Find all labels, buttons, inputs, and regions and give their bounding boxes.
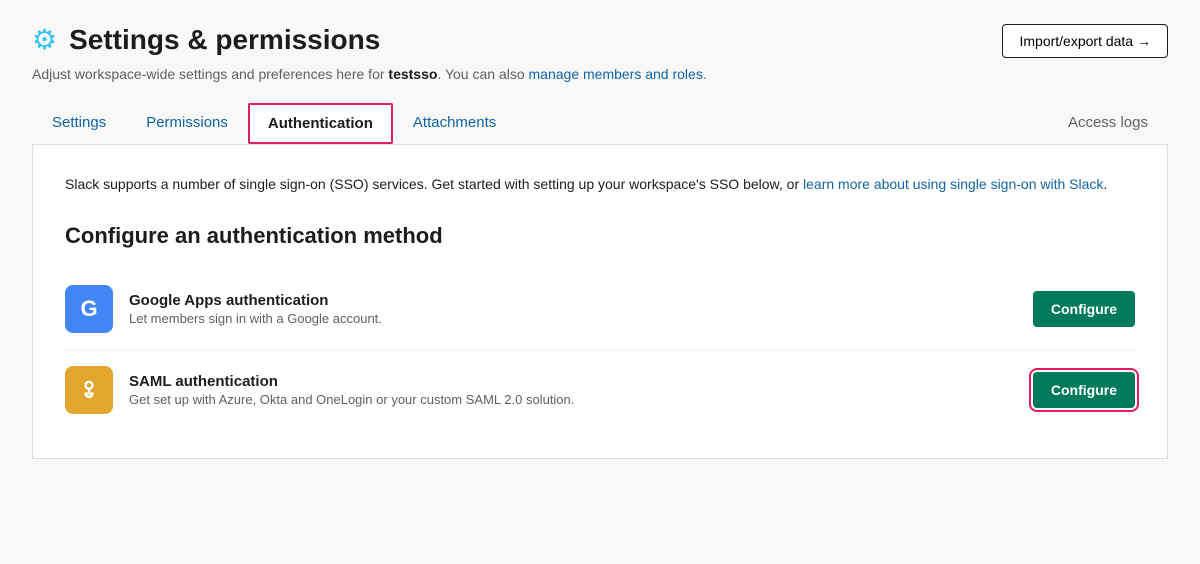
saml-auth-name: SAML authentication [129, 373, 1017, 390]
manage-members-link[interactable]: manage members and roles [529, 66, 703, 82]
tabs-bar: Settings Permissions Authentication Atta… [32, 102, 1168, 145]
sso-desc-text: Slack supports a number of single sign-o… [65, 176, 803, 192]
page-title: Settings & permissions [69, 24, 380, 56]
subtitle-text: Adjust workspace-wide settings and prefe… [32, 66, 388, 82]
sso-learn-more-link[interactable]: learn more about using single sign-on wi… [803, 176, 1103, 192]
google-icon: G [65, 285, 113, 333]
section-title: Configure an authentication method [65, 223, 1135, 249]
page-wrapper: ⚙ Settings & permissions Import/export d… [0, 0, 1200, 564]
google-auth-name: Google Apps authentication [129, 292, 1017, 309]
saml-auth-desc: Get set up with Azure, Okta and OneLogin… [129, 392, 1017, 407]
title-area: ⚙ Settings & permissions [32, 24, 380, 56]
sso-description: Slack supports a number of single sign-o… [65, 173, 1135, 195]
auth-item-saml: SAML authentication Get set up with Azur… [65, 349, 1135, 430]
saml-icon [65, 366, 113, 414]
tab-permissions[interactable]: Permissions [126, 102, 248, 145]
tab-attachments[interactable]: Attachments [393, 102, 516, 145]
google-auth-info: Google Apps authentication Let members s… [129, 292, 1017, 326]
subtitle-end: . [703, 66, 707, 82]
content-area: Slack supports a number of single sign-o… [32, 145, 1168, 459]
subtitle: Adjust workspace-wide settings and prefe… [32, 66, 1168, 82]
sso-desc-end: . [1103, 176, 1107, 192]
import-export-button[interactable]: Import/export data → [1002, 24, 1168, 58]
tab-settings[interactable]: Settings [32, 102, 126, 145]
saml-auth-info: SAML authentication Get set up with Azur… [129, 373, 1017, 407]
workspace-name: testsso [388, 66, 437, 82]
google-configure-button[interactable]: Configure [1033, 291, 1135, 327]
tab-access-logs[interactable]: Access logs [1048, 102, 1168, 145]
tab-authentication[interactable]: Authentication [248, 103, 393, 144]
header-row: ⚙ Settings & permissions Import/export d… [32, 24, 1168, 58]
subtitle-suffix: . You can also [437, 66, 528, 82]
google-auth-desc: Let members sign in with a Google accoun… [129, 311, 1017, 326]
auth-item-google: G Google Apps authentication Let members… [65, 269, 1135, 349]
saml-configure-button[interactable]: Configure [1033, 372, 1135, 408]
gear-icon: ⚙ [32, 26, 57, 54]
